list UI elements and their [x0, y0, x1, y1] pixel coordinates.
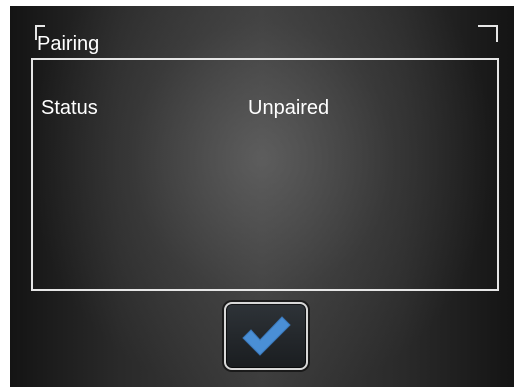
screen-background: Pairing Status Unpaired: [10, 6, 514, 387]
device-screen: Pairing Status Unpaired: [0, 0, 514, 387]
pairing-panel: [31, 23, 499, 291]
panel-border: [31, 25, 499, 291]
status-label: Status: [41, 97, 98, 119]
confirm-button[interactable]: [224, 302, 308, 370]
checkmark-icon: [242, 316, 291, 356]
status-value: Unpaired: [248, 97, 330, 119]
panel-title: Pairing: [37, 33, 100, 55]
